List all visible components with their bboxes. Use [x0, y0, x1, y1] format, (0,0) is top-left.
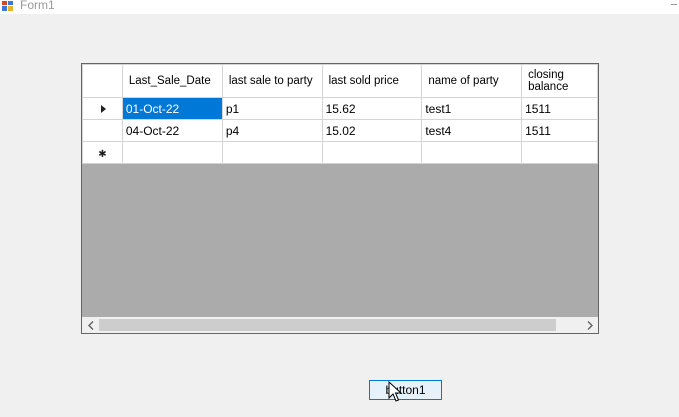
scroll-left-button[interactable]: [82, 317, 99, 333]
table-cell[interactable]: [221, 141, 323, 164]
table-cell[interactable]: 1511: [521, 119, 598, 142]
column-header[interactable]: last sale to party: [221, 64, 323, 98]
table-cell[interactable]: test4: [421, 119, 523, 142]
title-bar: Form1: [0, 0, 679, 14]
minimize-button[interactable]: [671, 4, 677, 5]
header-row: Last_Sale_Date last sale to party last s…: [82, 64, 598, 98]
table-cell[interactable]: p1: [221, 97, 323, 120]
current-row-arrow-icon: [100, 104, 106, 113]
table-row[interactable]: 01-Oct-22 p1 15.62 test1 1511: [82, 97, 598, 120]
mouse-cursor-icon: [388, 381, 402, 402]
row-header[interactable]: [82, 97, 123, 120]
table-cell[interactable]: 15.62: [321, 97, 423, 120]
chevron-left-icon: [87, 320, 93, 330]
table-cell[interactable]: [421, 141, 523, 164]
column-header[interactable]: last sold price: [321, 64, 423, 98]
table-cell[interactable]: 1511: [521, 97, 598, 120]
app-icon: [2, 1, 13, 11]
window-title: Form1: [20, 0, 55, 12]
button1-button[interactable]: button1: [369, 380, 442, 400]
grid-table: Last_Sale_Date last sale to party last s…: [82, 64, 598, 164]
table-cell[interactable]: [121, 141, 223, 164]
row-header[interactable]: [82, 119, 123, 142]
corner-header[interactable]: [82, 64, 123, 98]
column-header[interactable]: closing balance: [521, 64, 598, 98]
table-row[interactable]: 04-Oct-22 p4 15.02 test4 1511: [82, 119, 598, 142]
column-header[interactable]: Last_Sale_Date: [121, 64, 223, 98]
table-cell[interactable]: 04-Oct-22: [121, 119, 223, 142]
new-row-asterisk-icon: ✱: [98, 148, 107, 160]
table-cell[interactable]: p4: [221, 119, 323, 142]
data-grid[interactable]: Last_Sale_Date last sale to party last s…: [81, 63, 599, 334]
table-cell[interactable]: test1: [421, 97, 523, 120]
row-header[interactable]: ✱: [82, 141, 123, 164]
table-cell[interactable]: [521, 141, 598, 164]
scroll-right-button[interactable]: [581, 317, 598, 333]
column-header[interactable]: name of party: [421, 64, 523, 98]
table-cell[interactable]: [321, 141, 423, 164]
chevron-right-icon: [587, 320, 593, 330]
scrollbar-thumb[interactable]: [99, 319, 556, 331]
new-row[interactable]: ✱: [82, 141, 598, 164]
table-cell[interactable]: 01-Oct-22: [121, 97, 223, 120]
horizontal-scrollbar[interactable]: [82, 317, 598, 333]
table-cell[interactable]: 15.02: [321, 119, 423, 142]
